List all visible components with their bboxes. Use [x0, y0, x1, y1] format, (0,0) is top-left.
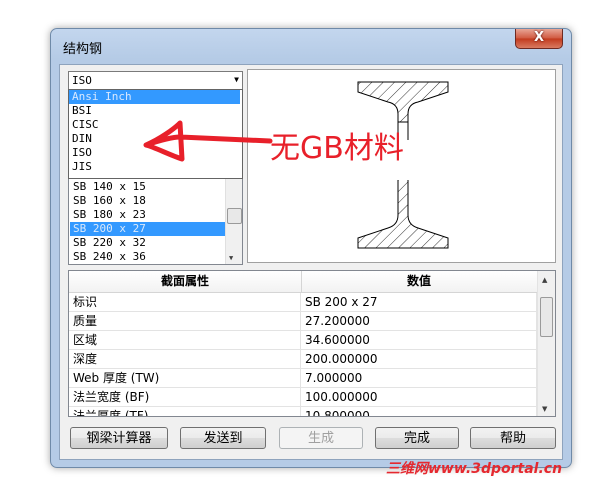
- list-item[interactable]: SB 220 x 32: [72, 236, 223, 250]
- property-value: 100.000000: [301, 388, 537, 406]
- property-name: 标识: [69, 293, 301, 311]
- scrollbar-thumb[interactable]: [227, 208, 242, 224]
- table-row[interactable]: 区域 34.600000: [69, 331, 537, 350]
- column-header-value[interactable]: 数值: [301, 271, 538, 292]
- standard-combo[interactable]: ISO ▼: [68, 71, 243, 91]
- column-header-property[interactable]: 截面属性: [69, 271, 302, 292]
- scroll-up-icon[interactable]: ▲: [542, 276, 547, 284]
- table-row[interactable]: 法兰宽度 (BF) 100.000000: [69, 388, 537, 407]
- list-item[interactable]: SB 180 x 23: [72, 208, 223, 222]
- property-name: 深度: [69, 350, 301, 368]
- property-name: 法兰厚度 (TF): [69, 407, 301, 416]
- generate-button[interactable]: 生成: [279, 427, 363, 449]
- table-row[interactable]: Web 厚度 (TW) 7.000000: [69, 369, 537, 388]
- list-item[interactable]: SB 160 x 18: [72, 194, 223, 208]
- property-value: 200.000000: [301, 350, 537, 368]
- beam-calculator-button[interactable]: 钢梁计算器: [70, 427, 168, 449]
- properties-grid[interactable]: 截面属性 数值 标识 SB 200 x 27 质量 27.200000 区域 3…: [68, 270, 556, 417]
- close-button[interactable]: X: [515, 29, 563, 49]
- property-name: 质量: [69, 312, 301, 330]
- property-value: 34.600000: [301, 331, 537, 349]
- title-bar[interactable]: 结构钢 X: [51, 29, 571, 59]
- help-button[interactable]: 帮助: [470, 427, 556, 449]
- table-row[interactable]: 深度 200.000000: [69, 350, 537, 369]
- properties-scrollbar[interactable]: ▲ ▼: [537, 271, 555, 416]
- property-name: 法兰宽度 (BF): [69, 388, 301, 406]
- property-value: 27.200000: [301, 312, 537, 330]
- list-item[interactable]: SB 140 x 15: [72, 180, 223, 194]
- grid-header: 截面属性 数值: [69, 271, 538, 293]
- red-arrow-annotation: [143, 120, 273, 162]
- table-row[interactable]: 标识 SB 200 x 27: [69, 293, 537, 312]
- property-value: 10.800000: [301, 407, 537, 416]
- window-title: 结构钢: [63, 42, 103, 57]
- structural-steel-dialog: 结构钢 X ISO ▼ SB 140 x 15 SB 160 x 18 SB 1…: [50, 28, 572, 468]
- dropdown-option[interactable]: Ansi Inch: [69, 90, 240, 104]
- list-item[interactable]: SB 240 x 36: [72, 250, 223, 264]
- property-value: 7.000000: [301, 369, 537, 387]
- scroll-down-icon[interactable]: ▼: [229, 254, 233, 262]
- table-row[interactable]: 法兰厚度 (TF) 10.800000: [69, 407, 537, 416]
- chevron-down-icon[interactable]: ▼: [234, 75, 239, 84]
- list-item-selected[interactable]: SB 200 x 27: [70, 222, 225, 236]
- done-button[interactable]: 完成: [375, 427, 459, 449]
- scrollbar-thumb[interactable]: [540, 297, 553, 337]
- property-value: SB 200 x 27: [301, 293, 537, 311]
- watermark: 三维网www.3dportal.cn: [386, 461, 563, 477]
- property-name: 区域: [69, 331, 301, 349]
- table-row[interactable]: 质量 27.200000: [69, 312, 537, 331]
- scroll-down-icon[interactable]: ▼: [542, 405, 547, 413]
- property-name: Web 厚度 (TW): [69, 369, 301, 387]
- annotation-text: 无GB材料: [270, 131, 404, 166]
- send-to-button[interactable]: 发送到: [180, 427, 266, 449]
- standard-combo-value: ISO: [72, 74, 92, 87]
